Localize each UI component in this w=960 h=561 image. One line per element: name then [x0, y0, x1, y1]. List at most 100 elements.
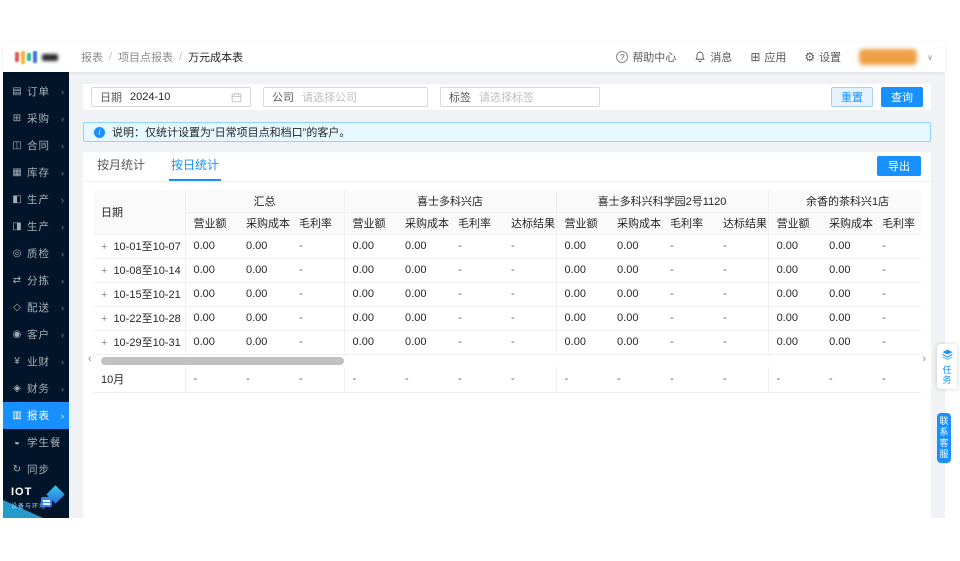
sidebar-item-finance[interactable]: ◈ 财务 ›: [3, 375, 69, 402]
sidebar-item-label: 生产: [27, 194, 50, 206]
sidebar-item-orders[interactable]: ▤ 订单 ›: [3, 78, 69, 105]
table-row: +10-15至10-21 0.00 0.00-0.00 0.00- -0.00 0.00-…: [93, 282, 921, 307]
table-row: +10-29至10-31 0.00 0.00-0.00 0.00- -0.00 0.00-…: [93, 330, 921, 355]
summary-cell: -: [503, 366, 557, 393]
sidebar-item-student-meal[interactable]: ◒ 学生餐: [3, 429, 69, 456]
summary-row: 10月 - - - - - - - - - - - - - -: [93, 366, 921, 393]
value-cell: 0.00: [344, 234, 398, 259]
summary-cell: -: [291, 366, 345, 393]
col-header: 营业额: [344, 212, 398, 235]
expand-icon[interactable]: +: [101, 337, 107, 349]
value-cell: 0.00: [556, 258, 610, 283]
row-date-cell: +10-01至10-07: [93, 234, 186, 259]
value-cell: -: [291, 282, 345, 307]
apps-button[interactable]: ⊞ 应用: [750, 49, 786, 65]
value-cell: 0.00: [185, 258, 238, 283]
scroll-right-icon[interactable]: ›: [922, 353, 926, 365]
settings-button[interactable]: ⚙ 设置: [804, 49, 841, 65]
value-cell: 0.00: [344, 282, 398, 307]
expand-icon[interactable]: +: [101, 313, 107, 325]
reset-button[interactable]: 重置: [831, 87, 873, 107]
value-cell: 0.00: [397, 234, 451, 259]
value-cell: -: [662, 330, 716, 355]
col-header: 达标结果: [715, 212, 769, 235]
alert-text: 说明：仅统计设置为“日常项目点和档口”的客户。: [112, 127, 351, 139]
value-cell: -: [450, 330, 504, 355]
breadcrumb-item[interactable]: 报表: [81, 49, 103, 65]
sidebar-item-production-1[interactable]: ◧ 生产 ›: [3, 186, 69, 213]
chevron-right-icon: ›: [61, 86, 64, 97]
sidebar-item-purchase[interactable]: ⊞ 采购 ›: [3, 105, 69, 132]
sidebar-item-biz-finance[interactable]: ¥ 业财 ›: [3, 348, 69, 375]
value-cell: 0.00: [185, 306, 238, 331]
avatar[interactable]: [859, 49, 918, 65]
date-filter-label: 日期: [100, 92, 122, 104]
value-cell: 0.00: [344, 330, 398, 355]
breadcrumb-current: 万元成本表: [188, 52, 244, 64]
date-filter[interactable]: 日期 2024-10: [91, 87, 251, 107]
sidebar-item-inventory[interactable]: ▦ 库存 ›: [3, 159, 69, 186]
value-cell: 0.00: [238, 282, 291, 307]
group-header: 喜士多科兴科学园2号1120: [556, 190, 769, 213]
tab-daily-stats[interactable]: 按日统计: [169, 152, 222, 181]
sidebar-item-label: 合同: [27, 140, 50, 152]
task-floating-button[interactable]: 任务: [937, 344, 957, 389]
value-cell: 0.00: [609, 234, 663, 259]
help-center-button[interactable]: ? 帮助中心: [616, 49, 676, 65]
chevron-down-icon[interactable]: ∨: [927, 53, 933, 62]
sidebar-item-quality[interactable]: ◎ 质检 ›: [3, 240, 69, 267]
quality-icon: ◎: [12, 248, 22, 259]
summary-cell: -: [238, 366, 291, 393]
value-cell: -: [715, 234, 769, 259]
main-content: 日期 2024-10 公司 请选择公司 标签 请选择标签 重置 查询 i 说明：…: [69, 72, 945, 518]
contact-support-button[interactable]: 联系客服: [937, 413, 951, 463]
topbar: 报表 / 项目点报表 / 万元成本表 ? 帮助中心 消息 ⊞ 应用 ⚙ 设置 ∨: [3, 42, 945, 72]
value-cell: -: [715, 258, 769, 283]
order-icon: ▤: [12, 86, 22, 97]
sidebar-item-label: 采购: [27, 113, 50, 125]
sidebar-item-customers[interactable]: ◉ 客户 ›: [3, 321, 69, 348]
row-date: 10-29至10-31: [113, 337, 181, 349]
expand-icon[interactable]: +: [101, 265, 107, 277]
row-date-cell: +10-08至10-14: [93, 258, 186, 283]
sidebar-item-production-2[interactable]: ◨ 生产 ›: [3, 213, 69, 240]
value-cell: 0.00: [609, 306, 663, 331]
tab-monthly-stats[interactable]: 按月统计: [95, 152, 147, 181]
breadcrumb-separator: /: [109, 51, 113, 63]
value-cell: 0.00: [397, 258, 451, 283]
value-cell: -: [662, 234, 716, 259]
sidebar-item-sorting[interactable]: ⇄ 分拣 ›: [3, 267, 69, 294]
tabs-bar: 按月统计 按日统计 导出: [83, 152, 931, 182]
sidebar-item-label: 客户: [27, 329, 50, 341]
sidebar-item-label: 分拣: [27, 275, 50, 287]
table-row: +10-08至10-14 0.00 0.00-0.00 0.00- -0.00 0.00-…: [93, 258, 921, 283]
app-logo[interactable]: [3, 42, 69, 72]
horizontal-scrollbar[interactable]: ‹ ›: [88, 353, 926, 366]
sidebar-item-delivery[interactable]: ◇ 配送 ›: [3, 294, 69, 321]
col-header: 毛利率: [450, 212, 504, 235]
scroll-left-icon[interactable]: ‹: [88, 353, 92, 365]
export-button[interactable]: 导出: [877, 156, 921, 176]
breadcrumb-separator: /: [179, 51, 183, 63]
sidebar-item-reports[interactable]: ▥ 报表 ›: [3, 402, 69, 429]
date-filter-value: 2024-10: [130, 91, 171, 103]
messages-button[interactable]: 消息: [694, 49, 732, 65]
chevron-right-icon: ›: [61, 356, 64, 367]
company-filter[interactable]: 公司 请选择公司: [263, 87, 428, 107]
query-button[interactable]: 查询: [881, 87, 923, 107]
expand-icon[interactable]: +: [101, 289, 107, 301]
sidebar-item-sync[interactable]: ↻ 同步: [3, 456, 69, 483]
value-cell: -: [662, 282, 716, 307]
tag-filter[interactable]: 标签 请选择标签: [440, 87, 600, 107]
sidebar-item-contract[interactable]: ◫ 合同 ›: [3, 132, 69, 159]
breadcrumb-item[interactable]: 项目点报表: [118, 49, 173, 65]
expand-icon[interactable]: +: [101, 241, 107, 253]
cost-table-main: 日期 汇总 喜士多科兴店 喜士多科兴科学园2号1120 余香的茶科兴1店 营业额 采购成本毛…: [93, 190, 921, 355]
value-cell: -: [662, 258, 716, 283]
row-date: 10-08至10-14: [113, 265, 181, 277]
value-cell: -: [450, 258, 504, 283]
chevron-right-icon: ›: [61, 221, 64, 232]
value-cell: 0.00: [344, 306, 398, 331]
value-cell: 0.00: [397, 330, 451, 355]
scrollbar-thumb[interactable]: [101, 356, 344, 365]
